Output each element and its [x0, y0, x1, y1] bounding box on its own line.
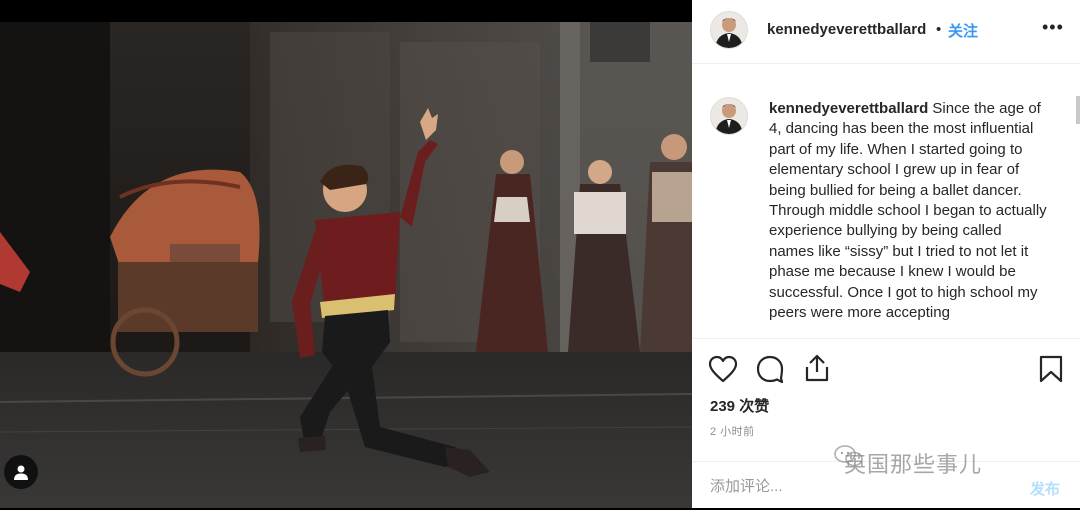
- comment-bubble-icon[interactable]: [755, 354, 785, 384]
- post-timestamp[interactable]: 2 小时前: [710, 423, 755, 439]
- avatar-image: [711, 12, 747, 48]
- ballet-stage-image: [0, 22, 692, 508]
- avatar[interactable]: [710, 11, 748, 49]
- caption-avatar[interactable]: [710, 97, 748, 135]
- header-separator: •: [936, 21, 942, 38]
- watermark-text: 英国那些事儿: [844, 452, 983, 477]
- post-photo[interactable]: [0, 22, 692, 508]
- caption-text: kennedyeverettballard Since the age of 4…: [769, 99, 1049, 323]
- tag-people-button[interactable]: [4, 455, 38, 489]
- post-actions: 239 次赞 2 小时前 发布: [692, 338, 1080, 509]
- heart-icon[interactable]: [708, 355, 738, 383]
- top-black-bar: [0, 0, 692, 22]
- caption-avatar-image: [711, 98, 747, 134]
- post-side-panel: kennedyeverettballard • 关注 ••• kennedyev…: [692, 0, 1080, 508]
- comment-input[interactable]: [710, 478, 970, 495]
- more-options-button[interactable]: •••: [1042, 17, 1064, 38]
- post-header: kennedyeverettballard • 关注 •••: [692, 0, 1080, 64]
- bookmark-icon[interactable]: [1038, 354, 1064, 384]
- header-username[interactable]: kennedyeverettballard: [767, 21, 926, 38]
- post-comment-button[interactable]: 发布: [1030, 478, 1060, 499]
- caption-scroll-area[interactable]: kennedyeverettballard Since the age of 4…: [692, 86, 1072, 334]
- caption-username[interactable]: kennedyeverettballard: [769, 100, 928, 117]
- follow-button[interactable]: 关注: [948, 20, 978, 41]
- caption-body: Since the age of 4, dancing has been the…: [769, 100, 1047, 322]
- share-icon[interactable]: [803, 353, 831, 383]
- user-tag-icon: [14, 465, 28, 480]
- caption-scrollbar[interactable]: [1076, 96, 1080, 124]
- likes-count[interactable]: 239 次赞: [710, 395, 769, 416]
